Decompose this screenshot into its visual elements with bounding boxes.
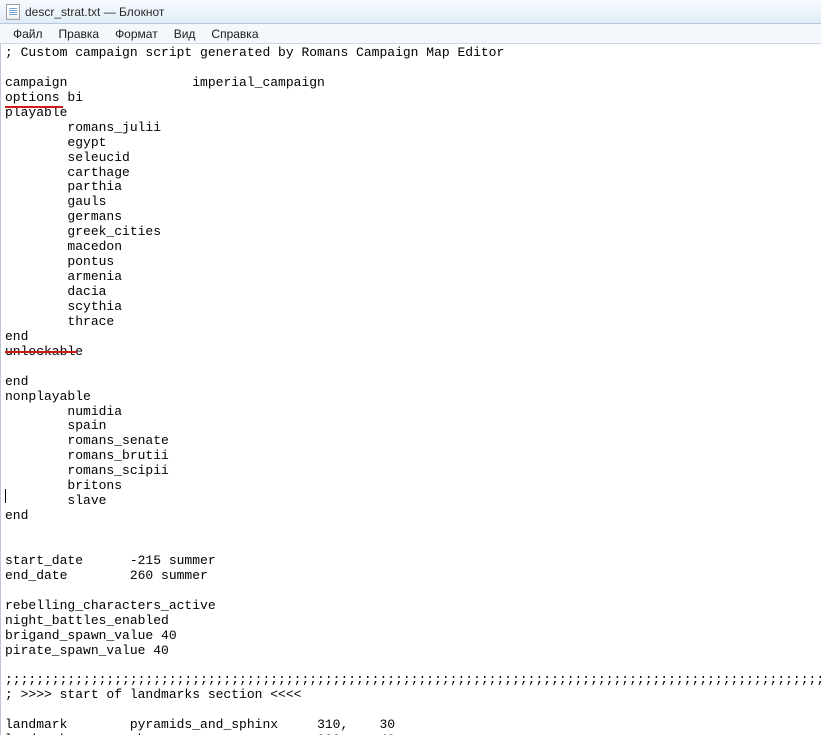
menu-bar: Файл Правка Формат Вид Справка [0,24,821,44]
document-text[interactable]: ; Custom campaign script generated by Ro… [5,46,817,735]
menu-file[interactable]: Файл [6,26,50,42]
title-bar: descr_strat.txt — Блокнот [0,0,821,24]
notepad-icon [6,4,20,20]
window-title: descr_strat.txt — Блокнот [25,5,164,19]
annotation-underline [5,106,63,108]
menu-help[interactable]: Справка [204,26,265,42]
menu-view[interactable]: Вид [167,26,203,42]
text-cursor [5,489,6,503]
annotation-underline [5,351,77,353]
menu-format[interactable]: Формат [108,26,165,42]
menu-edit[interactable]: Правка [52,26,107,42]
text-editor-area[interactable]: ; Custom campaign script generated by Ro… [0,44,821,735]
